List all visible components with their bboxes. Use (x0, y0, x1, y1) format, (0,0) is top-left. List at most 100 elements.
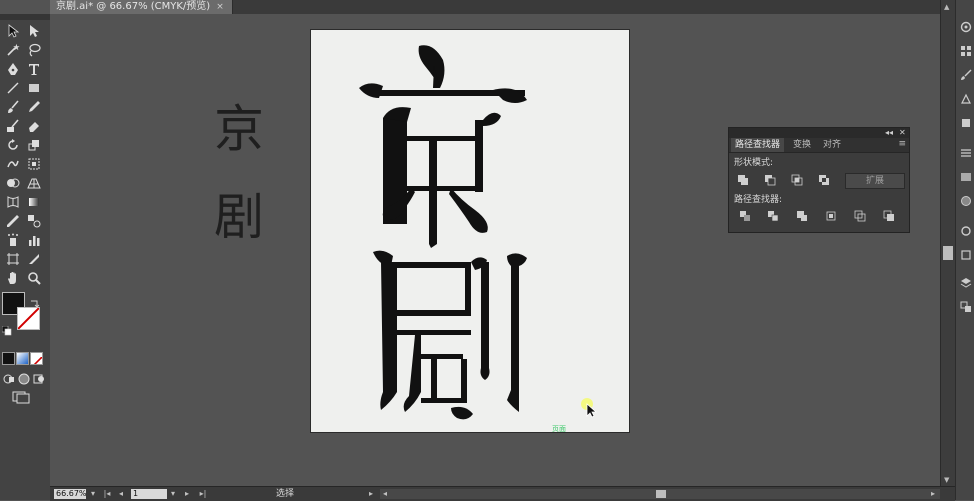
first-artboard-icon[interactable]: |◂ (102, 488, 112, 500)
artboard-tool-icon[interactable] (4, 250, 22, 268)
minus-back-icon[interactable] (883, 210, 895, 222)
right-panel-dock (955, 0, 974, 500)
blob-brush-tool-icon[interactable] (4, 117, 22, 135)
color-panel-icon[interactable] (959, 20, 972, 33)
pen-tool-icon[interactable] (4, 60, 22, 78)
free-transform-tool-icon[interactable] (25, 155, 43, 173)
artboard-dropdown-icon[interactable]: ▾ (168, 488, 178, 500)
magic-wand-tool-icon[interactable] (4, 41, 22, 59)
panel-title-bar[interactable]: ◂◂ ✕ (729, 128, 909, 138)
status-bar: 66.67% ▾ |◂ ◂ 1 ▾ ▸ ▸| 选择 ▸ ◂ ▸ (50, 486, 955, 501)
none-mode-button[interactable] (30, 352, 43, 365)
brushes-panel-icon[interactable] (959, 68, 972, 81)
lasso-tool-icon[interactable] (25, 41, 43, 59)
transparency-panel-icon[interactable] (959, 194, 972, 207)
horizontal-scrollbar[interactable]: ◂ ▸ (380, 489, 940, 499)
close-panel-icon[interactable]: ✕ (899, 128, 906, 138)
tab-transform[interactable]: 变换 (789, 138, 815, 152)
gradient-mode-button[interactable] (16, 352, 29, 365)
collapse-panel-icon[interactable]: ◂◂ (885, 128, 893, 138)
layers-panel-icon[interactable] (959, 276, 972, 289)
pathfinders-label: 路径查找器: (734, 195, 783, 205)
document-tab-close-icon[interactable]: × (216, 0, 224, 14)
minus-front-icon[interactable] (764, 174, 776, 186)
eyedropper-tool-icon[interactable] (4, 212, 22, 230)
swatches-panel-icon[interactable] (959, 44, 972, 57)
stylized-jingju-artwork[interactable] (311, 30, 629, 432)
stylized-char-ju (373, 250, 527, 420)
tab-pathfinder[interactable]: 路径查找器 (731, 138, 785, 152)
cursor-hint: 页面 (552, 425, 566, 433)
appearance-panel-icon[interactable] (959, 224, 972, 237)
rectangle-tool-icon[interactable] (25, 79, 43, 97)
plain-text-jing[interactable]: 京 (214, 104, 264, 154)
default-colors-icon[interactable] (1, 321, 12, 336)
hand-tool-icon[interactable] (4, 269, 22, 287)
zoom-tool-icon[interactable] (25, 269, 43, 287)
scale-tool-icon[interactable] (25, 136, 43, 154)
trim-icon[interactable] (767, 210, 779, 222)
zoom-dropdown-icon[interactable]: ▾ (88, 488, 98, 500)
color-mode-button[interactable] (2, 352, 15, 365)
zoom-field[interactable]: 66.67% (54, 489, 87, 499)
column-graph-tool-icon[interactable] (25, 231, 43, 249)
symbol-sprayer-tool-icon[interactable] (4, 231, 22, 249)
slice-tool-icon[interactable] (25, 250, 43, 268)
selection-tool-icon[interactable] (4, 22, 22, 40)
merge-icon[interactable] (796, 210, 808, 222)
graphic-styles-panel-icon[interactable] (959, 116, 972, 129)
scroll-up-icon[interactable]: ▲ (944, 3, 949, 11)
document-tab[interactable]: 京剧.ai* @ 66.67% (CMYK/预览) × (50, 0, 233, 14)
exclude-icon[interactable] (818, 174, 830, 186)
outline-icon[interactable] (854, 210, 866, 222)
symbols-panel-icon[interactable] (959, 92, 972, 105)
rotate-tool-icon[interactable] (4, 136, 22, 154)
type-tool-icon[interactable] (25, 60, 43, 78)
gradient-panel-icon[interactable] (959, 170, 972, 183)
vertical-scroll-thumb[interactable] (943, 246, 953, 260)
eraser-tool-icon[interactable] (25, 117, 43, 135)
canvas-area[interactable]: 京 剧 页面 (50, 14, 940, 486)
scroll-left-icon[interactable]: ◂ (380, 488, 390, 500)
divide-icon[interactable] (739, 210, 751, 222)
mesh-tool-icon[interactable] (4, 193, 22, 211)
pathfinder-panel: ◂◂ ✕ 路径查找器 变换 对齐 ≡ 形状模式: 扩展 路径查找器: (728, 127, 910, 233)
last-artboard-icon[interactable]: ▸| (198, 488, 208, 500)
intersect-icon[interactable] (791, 174, 803, 186)
line-segment-tool-icon[interactable] (4, 79, 22, 97)
paintbrush-tool-icon[interactable] (4, 98, 22, 116)
stroke-panel-icon[interactable] (959, 146, 972, 159)
pencil-tool-icon[interactable] (25, 98, 43, 116)
stroke-swatch[interactable] (17, 307, 40, 330)
perspective-grid-tool-icon[interactable] (25, 174, 43, 192)
plain-text-ju[interactable]: 剧 (214, 192, 264, 242)
scroll-down-icon[interactable]: ▼ (944, 476, 949, 484)
tools-panel (0, 14, 51, 500)
shape-builder-tool-icon[interactable] (4, 174, 22, 192)
scroll-right-icon[interactable]: ▸ (928, 488, 938, 500)
document-tab-bar: 京剧.ai* @ 66.67% (CMYK/预览) × (50, 0, 940, 14)
shape-modes-label: 形状模式: (734, 158, 774, 168)
crop-icon[interactable] (825, 210, 837, 222)
screen-mode-icon[interactable] (10, 388, 32, 406)
draw-inside-icon[interactable] (30, 370, 48, 388)
next-artboard-icon[interactable]: ▸ (182, 488, 192, 500)
panel-menu-icon[interactable]: ≡ (898, 139, 906, 149)
status-menu-icon[interactable]: ▸ (366, 488, 376, 500)
horizontal-scroll-thumb[interactable] (656, 490, 666, 498)
artboard-number-field[interactable]: 1 (131, 489, 167, 499)
artboard[interactable] (311, 30, 629, 432)
tab-align[interactable]: 对齐 (819, 138, 845, 152)
swap-fill-stroke-icon[interactable] (30, 293, 40, 308)
no-color-icon (18, 308, 39, 329)
unite-icon[interactable] (737, 174, 749, 186)
expand-button[interactable]: 扩展 (845, 173, 905, 189)
warp-tool-icon[interactable] (4, 155, 22, 173)
graphic-panel-icon[interactable] (959, 248, 972, 261)
prev-artboard-icon[interactable]: ◂ (116, 488, 126, 500)
vertical-scrollbar[interactable]: ▲ ▼ (940, 0, 955, 486)
gradient-tool-icon[interactable] (25, 193, 43, 211)
artboards-panel-icon[interactable] (959, 300, 972, 313)
direct-selection-tool-icon[interactable] (25, 22, 43, 40)
blend-tool-icon[interactable] (25, 212, 43, 230)
